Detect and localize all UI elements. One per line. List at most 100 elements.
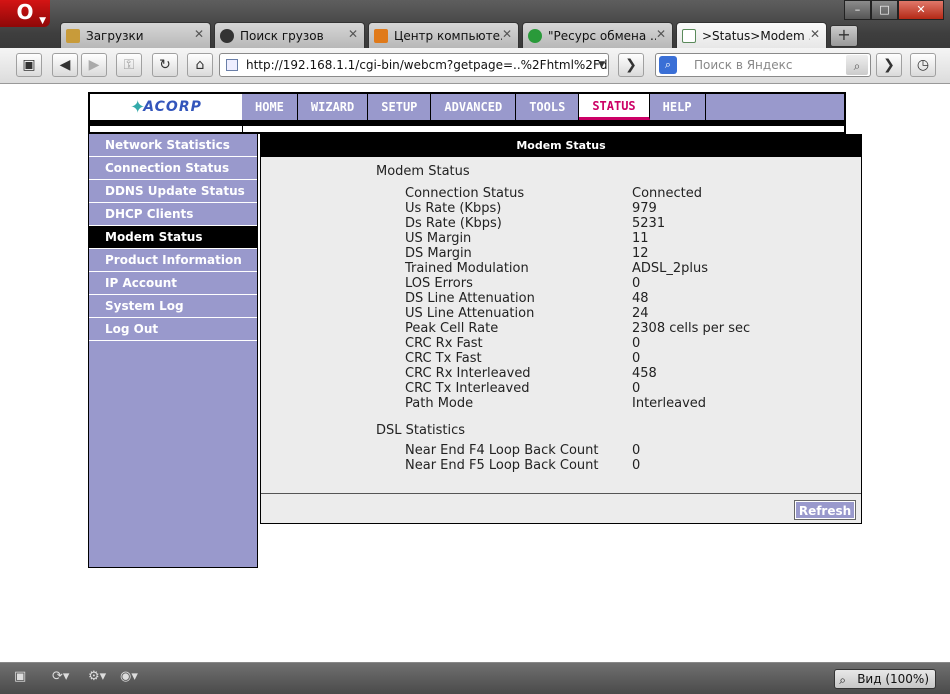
row-value: Interleaved — [632, 396, 707, 411]
minimize-button[interactable]: – — [844, 0, 871, 20]
acorp-logo: ✦ ACORP — [130, 96, 202, 118]
zoom-icon: ⌕ — [839, 673, 846, 687]
tab-title: "Ресурс обмена ... — [548, 28, 656, 43]
history-clock-icon[interactable]: ◷ — [910, 53, 936, 77]
menu-status[interactable]: STATUS — [579, 94, 650, 120]
row-label: Near End F4 Loop Back Count — [405, 443, 599, 458]
row-value: 11 — [632, 231, 649, 246]
chevron-down-icon: ▼ — [39, 16, 46, 26]
menu-advanced[interactable]: ADVANCED — [431, 94, 517, 120]
close-icon[interactable]: ✕ — [194, 27, 204, 41]
sidebar-item-log-out[interactable]: Log Out — [89, 318, 257, 341]
table-row: CRC Tx Fast 0 — [405, 351, 845, 366]
panel-title: Modem Status — [261, 135, 861, 157]
search-go-button[interactable]: ❯ — [876, 53, 902, 77]
close-icon[interactable]: ✕ — [502, 27, 512, 41]
zoom-control[interactable]: ⌕ Вид (100%) — [834, 669, 936, 689]
close-window-button[interactable]: ✕ — [898, 0, 944, 20]
close-icon[interactable]: ✕ — [810, 27, 820, 41]
row-label: US Margin — [405, 231, 472, 246]
sidebar-item-ip-account[interactable]: IP Account — [89, 272, 257, 295]
browser-toolbar: ▣ ◀ ▶ ⚿ ↻ ⌂ http://192.168.1.1/cgi-bin/w… — [0, 48, 950, 84]
table-row: Connection Status Connected — [405, 186, 845, 201]
menu-tools[interactable]: TOOLS — [516, 94, 580, 120]
table-row: Near End F4 Loop Back Count 0 — [405, 443, 845, 458]
browser-chrome: O ▼ – □ ✕ Загрузки ✕ Поиск грузов ✕ Центр… — [0, 0, 950, 84]
back-button[interactable]: ◀ — [52, 53, 78, 77]
go-button[interactable]: ❯ — [618, 53, 644, 77]
table-row: Path Mode Interleaved — [405, 396, 845, 411]
close-icon[interactable]: ✕ — [656, 27, 666, 41]
tab-computer-center[interactable]: Центр компьюте... ✕ — [368, 22, 519, 48]
row-value: Connected — [632, 186, 703, 201]
row-value: 0 — [632, 336, 641, 351]
row-label: Us Rate (Kbps) — [405, 201, 502, 216]
forward-button[interactable]: ▶ — [81, 53, 107, 77]
row-label: CRC Rx Fast — [405, 336, 483, 351]
table-row: CRC Tx Interleaved 0 — [405, 381, 845, 396]
sidebar-item-modem-status[interactable]: Modem Status — [89, 226, 257, 249]
sidebar-item-product-information[interactable]: Product Information — [89, 249, 257, 272]
row-value: 979 — [632, 201, 657, 216]
table-row: US Line Attenuation 24 — [405, 306, 845, 321]
compass-icon — [220, 28, 234, 43]
new-tab-button[interactable]: + — [830, 25, 858, 47]
browser-statusbar: ▣ ⟳▾ ⚙▾ ◉▾ ⌕ Вид (100%) — [0, 662, 950, 694]
save-icon[interactable]: ▣ — [16, 53, 42, 77]
modem-status-panel: Modem Status Modem Status Connection Sta… — [260, 134, 862, 524]
sidebar-item-dhcp-clients[interactable]: DHCP Clients — [89, 203, 257, 226]
sidebar-item-ddns-update-status[interactable]: DDNS Update Status — [89, 180, 257, 203]
sync-icon[interactable]: ⟳▾ — [52, 669, 69, 687]
menu-setup[interactable]: SETUP — [368, 94, 432, 120]
row-value: 2308 cells per sec — [632, 321, 751, 336]
row-label: LOS Errors — [405, 276, 473, 291]
row-value: 0 — [632, 276, 641, 291]
table-row: Trained Modulation ADSL_2plus — [405, 261, 845, 276]
row-value: 0 — [632, 443, 641, 458]
refresh-button[interactable]: Refresh — [794, 500, 856, 520]
row-value: 0 — [632, 381, 641, 396]
panels-toggle-icon[interactable]: ▣ — [14, 669, 26, 687]
page-icon — [226, 59, 238, 71]
tab-resource-exchange[interactable]: "Ресурс обмена ... ✕ — [522, 22, 673, 48]
search-icon[interactable]: ⌕ — [846, 55, 868, 75]
tab-title: Поиск грузов — [240, 28, 324, 43]
close-icon[interactable]: ✕ — [348, 27, 358, 41]
sidebar-item-connection-status[interactable]: Connection Status — [89, 157, 257, 180]
tab-title: >Status>Modem ... — [702, 28, 810, 43]
maximize-button[interactable]: □ — [871, 0, 898, 20]
menu-home[interactable]: HOME — [242, 94, 298, 120]
page-viewport: ✦ ACORP HOME WIZARD SETUP ADVANCED TOOLS … — [0, 84, 950, 662]
row-value: 0 — [632, 351, 641, 366]
chevron-down-icon[interactable]: ▼ — [598, 54, 605, 76]
opera-menu-button[interactable]: O ▼ — [0, 0, 50, 27]
search-input[interactable]: ⌕ Поиск в Яндекс ⌕ — [655, 53, 871, 77]
top-navigation: ✦ ACORP HOME WIZARD SETUP ADVANCED TOOLS … — [88, 92, 846, 134]
home-button[interactable]: ⌂ — [187, 53, 213, 77]
reload-button[interactable]: ↻ — [152, 53, 178, 77]
tab-cargo-search[interactable]: Поиск грузов ✕ — [214, 22, 365, 48]
row-label: Peak Cell Rate — [405, 321, 499, 336]
tab-modem-status[interactable]: >Status>Modem ... ✕ — [676, 22, 827, 48]
row-label: Path Mode — [405, 396, 474, 411]
status-sidebar: Network Statistics Connection Status DDN… — [88, 134, 258, 568]
search-engine-icon[interactable]: ⌕ — [659, 56, 677, 74]
dsl-statistics-heading: DSL Statistics — [376, 423, 466, 438]
turbo-icon[interactable]: ◉▾ — [120, 669, 138, 687]
menu-help[interactable]: HELP — [650, 94, 706, 120]
address-bar[interactable]: http://192.168.1.1/cgi-bin/webcm?getpage… — [219, 53, 609, 77]
row-label: US Line Attenuation — [405, 306, 535, 321]
key-icon[interactable]: ⚿ — [116, 53, 142, 77]
tab-downloads[interactable]: Загрузки ✕ — [60, 22, 211, 48]
row-value: 5231 — [632, 216, 666, 231]
row-label: CRC Tx Fast — [405, 351, 482, 366]
table-row: US Margin 11 — [405, 231, 845, 246]
menu-wizard[interactable]: WIZARD — [298, 94, 369, 120]
table-row: Near End F5 Loop Back Count 0 — [405, 458, 845, 473]
table-row: LOS Errors 0 — [405, 276, 845, 291]
sidebar-item-system-log[interactable]: System Log — [89, 295, 257, 318]
tab-title: Загрузки — [86, 28, 144, 43]
sidebar-item-network-statistics[interactable]: Network Statistics — [89, 134, 257, 157]
unite-icon[interactable]: ⚙▾ — [88, 669, 106, 687]
row-value: 12 — [632, 246, 649, 261]
